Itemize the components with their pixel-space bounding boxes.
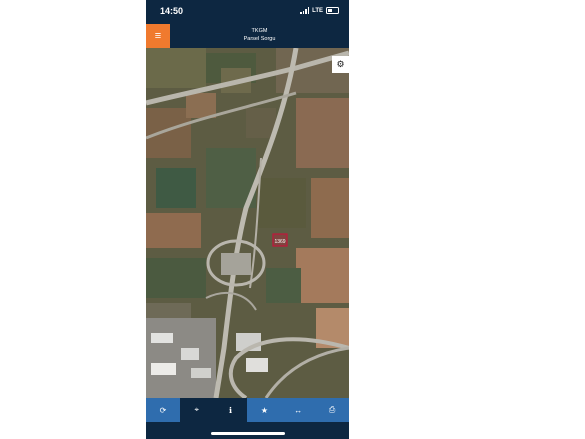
status-bar: 14:50 LTE xyxy=(146,0,349,24)
menu-button[interactable]: ≡ xyxy=(146,24,170,48)
measure-button[interactable]: ↔ xyxy=(281,398,316,422)
refresh-button[interactable]: ⟳ xyxy=(146,398,180,422)
arrows-horizontal-icon: ↔ xyxy=(294,405,303,415)
star-icon: ★ xyxy=(260,405,268,415)
print-button[interactable]: ⎙ xyxy=(315,398,349,422)
hamburger-menu-icon: ≡ xyxy=(154,30,162,42)
app-title: TKGM xyxy=(251,28,268,34)
battery-icon xyxy=(326,7,339,14)
app-subtitle: Parsel Sorgu xyxy=(243,36,276,42)
refresh-icon: ⟳ xyxy=(159,405,167,415)
print-icon: ⎙ xyxy=(328,405,336,414)
gear-icon: ⚙ xyxy=(336,59,345,69)
map-settings-button[interactable]: ⚙ xyxy=(332,56,349,73)
phone-screen: 14:50 LTE ≡ TKGM Parsel Sorgu 1369 ⚙ ⟳ ⌖… xyxy=(146,0,349,439)
locate-button[interactable]: ⌖ xyxy=(179,398,214,422)
parcel-label: 1369 xyxy=(274,239,285,245)
satellite-map[interactable]: 1369 ⚙ xyxy=(146,48,349,398)
home-indicator[interactable] xyxy=(211,432,285,435)
info-button[interactable]: ℹ xyxy=(213,398,248,422)
favorites-button[interactable]: ★ xyxy=(247,398,282,422)
info-icon: ℹ xyxy=(229,405,233,415)
signal-icon xyxy=(300,7,310,14)
home-indicator-area xyxy=(146,422,349,439)
status-time: 14:50 xyxy=(160,6,184,16)
crosshair-icon: ⌖ xyxy=(194,405,199,414)
header-titles: TKGM Parsel Sorgu xyxy=(170,28,349,43)
map-imagery: 1369 xyxy=(146,48,349,398)
bottom-toolbar: ⟳ ⌖ ℹ ★ ↔ ⎙ xyxy=(146,398,349,422)
app-header: ≡ TKGM Parsel Sorgu xyxy=(146,24,349,48)
status-indicators: LTE xyxy=(300,7,339,14)
network-type: LTE xyxy=(312,7,323,14)
